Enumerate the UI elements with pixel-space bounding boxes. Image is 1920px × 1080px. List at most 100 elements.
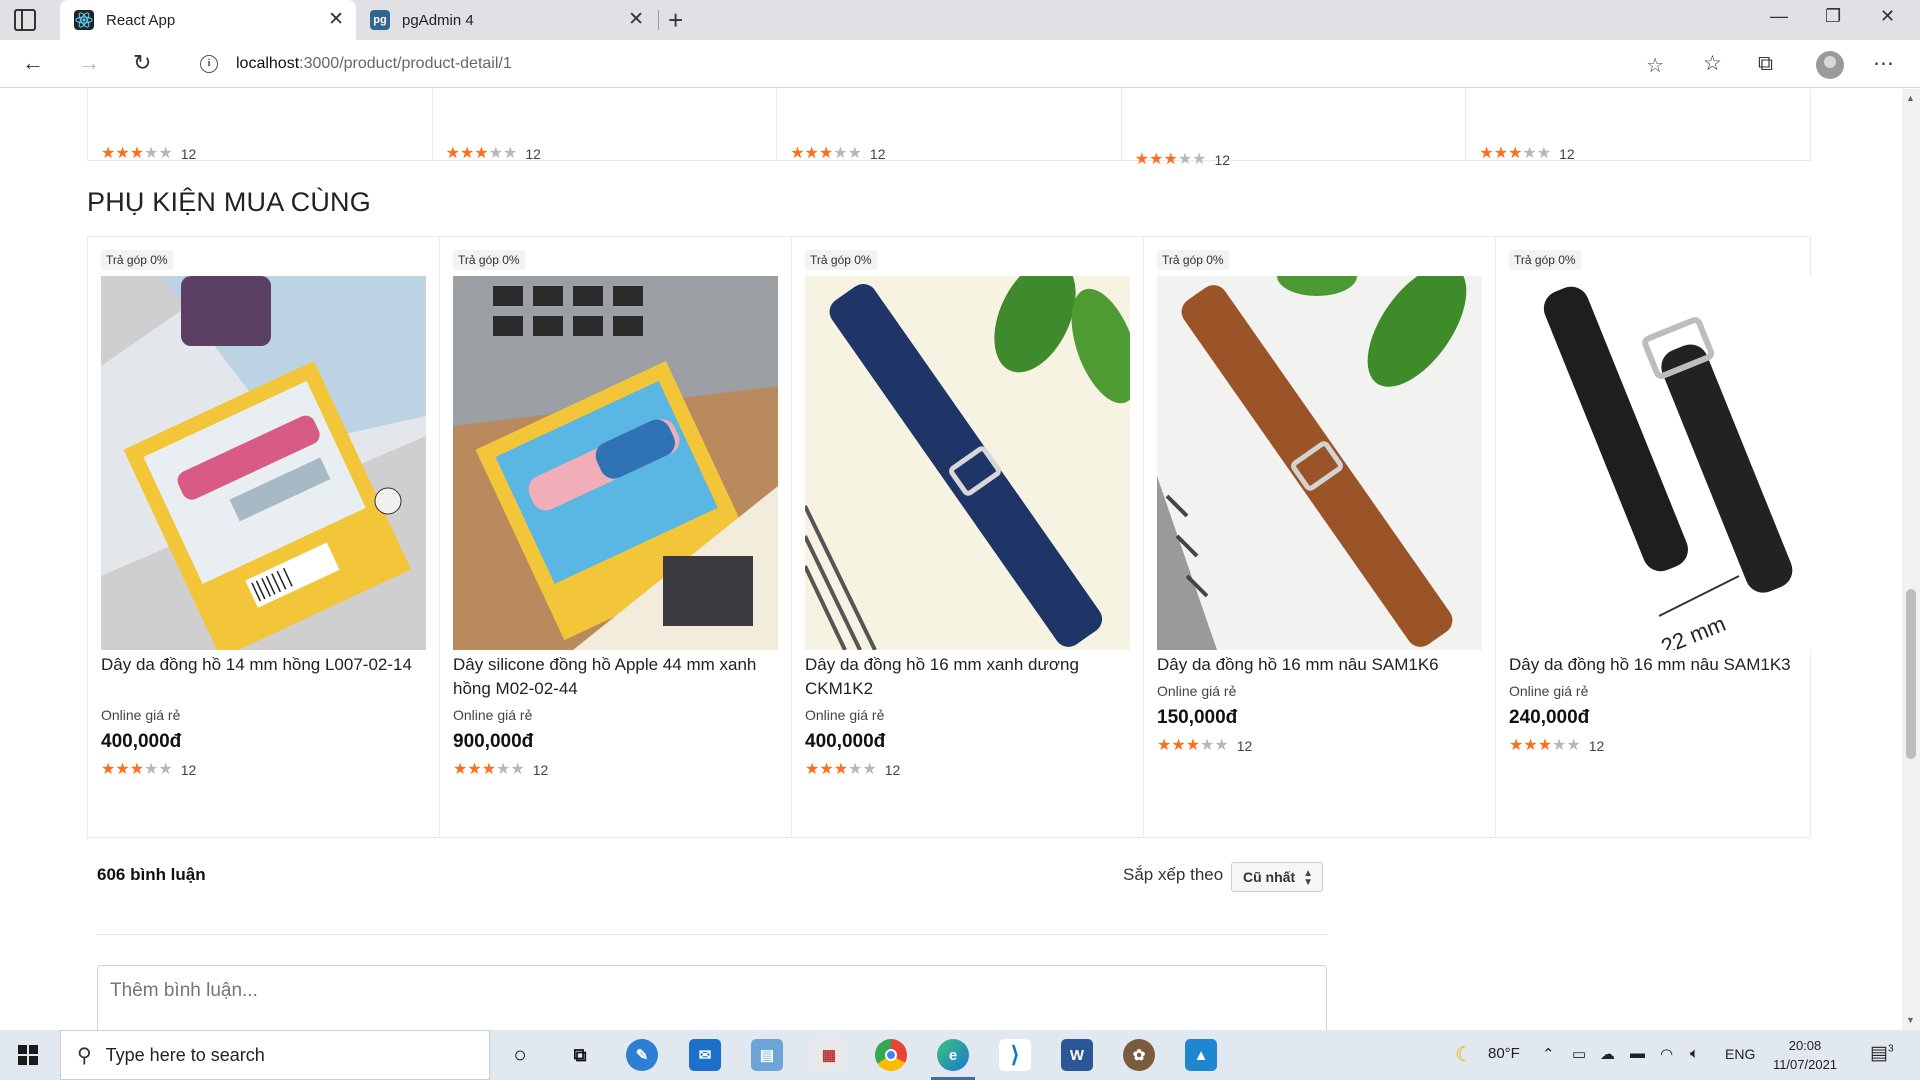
add-favorite-icon[interactable]: ☆ <box>1646 53 1664 78</box>
tab-pgadmin[interactable]: pg pgAdmin 4 ✕ <box>356 0 656 40</box>
page-scrollbar[interactable]: ▲ ▼ <box>1902 89 1920 1030</box>
scroll-down-icon[interactable]: ▼ <box>1906 1015 1915 1025</box>
taskbar-clock[interactable]: 20:08 11/07/2021 <box>1760 1036 1850 1074</box>
online-price-label: Online giá rẻ <box>1157 683 1237 699</box>
product-card[interactable]: Trả góp 0% 22 mm Dây da đồng hồ 16 mm nâ… <box>1496 237 1847 837</box>
back-icon[interactable]: ← <box>22 50 44 76</box>
url-path: :3000/product/product-detail/1 <box>299 55 512 72</box>
sort-value: Cũ nhất <box>1243 869 1296 885</box>
rating-count: 12 <box>869 146 886 162</box>
product-image[interactable] <box>1157 276 1482 650</box>
file-explorer-icon[interactable]: ▤ <box>751 1039 783 1071</box>
url-host: localhost <box>236 55 300 72</box>
notification-count: 3 <box>1887 1043 1894 1055</box>
product-card[interactable]: ★★★ ★★ 12 <box>1466 89 1810 162</box>
tab-actions-icon[interactable] <box>14 9 36 31</box>
product-image[interactable] <box>453 276 778 650</box>
word-icon[interactable]: W <box>1061 1039 1093 1071</box>
product-card[interactable]: Trả góp 0% <box>88 237 440 837</box>
product-image[interactable] <box>805 276 1130 650</box>
tab-title: pgAdmin 4 <box>402 11 474 29</box>
close-tab-icon[interactable]: ✕ <box>628 10 644 30</box>
star-rating: ★★★ ★★ 12 <box>790 145 886 162</box>
app-icon[interactable]: ✎ <box>626 1039 658 1071</box>
cloud-icon[interactable]: ☁ <box>1600 1045 1615 1063</box>
collections-icon[interactable]: ⧉ <box>1758 52 1773 76</box>
forward-icon[interactable]: → <box>78 50 100 76</box>
comment-input[interactable] <box>97 965 1327 1030</box>
photos-icon[interactable]: ▲ <box>1185 1039 1217 1071</box>
weather-temp[interactable]: 80°F <box>1488 1045 1520 1062</box>
close-tab-icon[interactable]: ✕ <box>328 10 344 30</box>
new-tab-icon[interactable]: + <box>668 6 683 34</box>
windows-start-icon[interactable] <box>18 1045 38 1065</box>
language-indicator[interactable]: ENG <box>1725 1046 1755 1062</box>
product-name[interactable]: Dây da đồng hồ 14 mm hồng L007-02-14 <box>101 653 426 701</box>
cortana-icon[interactable]: ○ <box>504 1039 536 1071</box>
sort-caret-icon: ▲ ▼ <box>1303 868 1313 888</box>
installment-badge: Trả góp 0% <box>1157 250 1229 270</box>
sort-select[interactable]: Cũ nhất ▲ ▼ <box>1231 862 1323 892</box>
previous-product-row: ★★★ ★★ 12 ★★★ ★★ 12 ★★★ ★★ 12 ★★★ ★★ 12 ★★★ ★★ 12 <box>87 89 1811 168</box>
volume-icon[interactable]: 🔈︎ <box>1690 1045 1699 1062</box>
star-rating: ★★★ ★★ 12 <box>453 761 549 778</box>
tab-react-app[interactable]: React App ✕ <box>60 0 356 40</box>
product-card[interactable]: ★★★ ★★ 12 <box>777 89 1122 162</box>
profile-avatar[interactable] <box>1816 51 1844 79</box>
product-name[interactable]: Dây da đồng hồ 16 mm nâu SAM1K6 <box>1157 653 1482 677</box>
chrome-icon[interactable] <box>875 1039 907 1071</box>
app-icon[interactable]: ▦ <box>813 1039 845 1071</box>
favorites-icon[interactable]: ☆ <box>1703 52 1722 76</box>
product-card[interactable]: ★★★ ★★ 12 <box>1122 89 1467 168</box>
mail-icon[interactable]: ✉ <box>689 1039 721 1071</box>
minimize-icon[interactable]: — <box>1770 6 1788 27</box>
clock-date: 11/07/2021 <box>1772 1057 1838 1072</box>
comment-count: 606 bình luận <box>97 865 206 884</box>
product-card[interactable]: Trả góp 0% <box>440 237 792 837</box>
scroll-up-icon[interactable]: ▲ <box>1906 93 1915 103</box>
notification-icon[interactable]: ▤3 <box>1870 1042 1894 1065</box>
battery-icon[interactable]: ▬ <box>1630 1045 1645 1062</box>
site-info-icon[interactable]: i <box>200 55 218 73</box>
accessory-product-grid: Trả góp 0% Dây da đồng hồ 14 mm hồng L00… <box>87 236 1834 838</box>
online-price-label: Online giá rẻ <box>805 707 885 723</box>
rating-count: 12 <box>884 762 901 778</box>
online-price-label: Online giá rẻ <box>1509 683 1589 699</box>
product-price: 400,000đ <box>101 731 182 752</box>
address-bar[interactable]: i localhost:3000/product/product-detail/… <box>180 45 1680 83</box>
scrollbar-thumb[interactable] <box>1906 589 1916 759</box>
wifi-icon[interactable]: ◠ <box>1660 1045 1673 1063</box>
windows-taskbar: ⚲ Type here to search ○ ⧉ ✎ ✉ ▤ ▦ e ⟩ W … <box>0 1030 1920 1080</box>
product-image[interactable] <box>101 276 426 650</box>
star-rating: ★★★ ★★ 12 <box>445 145 541 162</box>
restore-icon[interactable]: ❐ <box>1825 6 1841 27</box>
product-card[interactable]: ★★★ ★★ 12 <box>433 89 778 162</box>
weather-icon[interactable]: ☾ <box>1455 1042 1473 1067</box>
edge-icon[interactable]: e <box>931 1039 975 1080</box>
chevron-up-icon[interactable]: ⌃ <box>1542 1045 1555 1063</box>
vscode-icon[interactable]: ⟩ <box>999 1039 1031 1071</box>
task-view-icon[interactable]: ⧉ <box>564 1039 596 1071</box>
product-price: 900,000đ <box>453 731 534 752</box>
product-name[interactable]: Dây silicone đồng hồ Apple 44 mm xanh hồ… <box>453 653 778 701</box>
product-name[interactable]: Dây da đồng hồ 16 mm nâu SAM1K3 <box>1509 653 1834 677</box>
app-icon[interactable]: ✿ <box>1123 1039 1155 1071</box>
meet-icon[interactable]: ▭ <box>1572 1045 1586 1063</box>
star-rating: ★★★ ★★ 12 <box>101 761 197 778</box>
close-window-icon[interactable]: ✕ <box>1880 6 1895 27</box>
more-menu-icon[interactable]: ⋯ <box>1873 52 1894 76</box>
refresh-icon[interactable]: ↻ <box>133 50 151 76</box>
product-card[interactable]: ★★★ ★★ 12 <box>88 89 433 162</box>
product-card[interactable]: Trả góp 0% Dây da đồng hồ 16 mm nâu SAM1… <box>1144 237 1496 837</box>
browser-tab-strip: React App ✕ pg pgAdmin 4 ✕ + — ❐ ✕ <box>0 0 1920 40</box>
star-rating: ★★★ ★★ 12 <box>1509 737 1605 754</box>
browser-toolbar: ← → ↻ i localhost:3000/product/product-d… <box>0 40 1920 88</box>
rating-count: 12 <box>532 762 549 778</box>
taskbar-search[interactable]: ⚲ Type here to search <box>60 1030 490 1080</box>
url-text: localhost:3000/product/product-detail/1 <box>236 55 512 73</box>
product-image[interactable]: 22 mm <box>1509 276 1834 650</box>
product-card[interactable]: Trả góp 0% Dây da đồng hồ 16 mm xanh dươ… <box>792 237 1144 837</box>
online-price-label: Online giá rẻ <box>453 707 533 723</box>
product-name[interactable]: Dây da đồng hồ 16 mm xanh dương CKM1K2 <box>805 653 1130 701</box>
section-title: PHỤ KIỆN MUA CÙNG <box>87 187 371 217</box>
